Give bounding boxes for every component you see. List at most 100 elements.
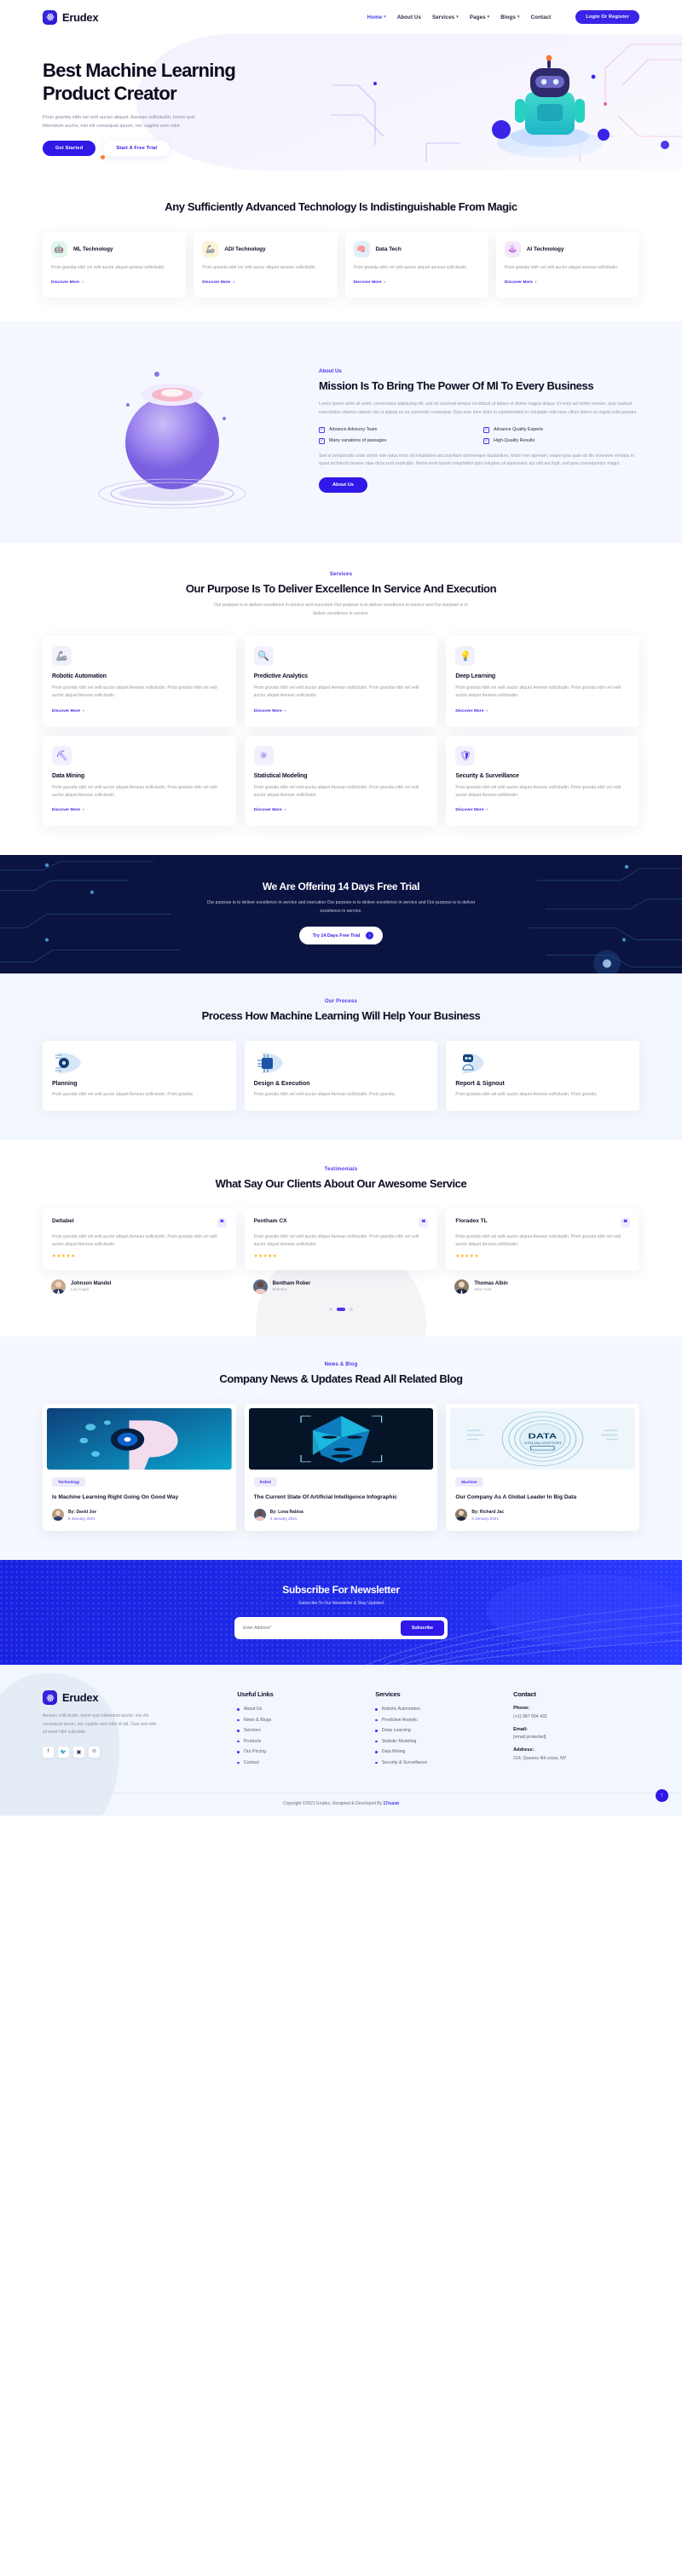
instagram-icon[interactable]: ▣ — [73, 1746, 84, 1758]
footer-link[interactable]: Robotic Automation — [375, 1707, 501, 1712]
nav-item-blogs[interactable]: Blogs ▾ — [500, 14, 519, 20]
phone-value[interactable]: (+1) 987 654 432 — [513, 1714, 639, 1719]
blog-thumbnail: DATA VISUALIZATION — [450, 1407, 635, 1470]
blog-card[interactable]: DATA VISUALIZATION Machine Our Company As… — [446, 1403, 639, 1532]
discover-more-link[interactable]: Discover More › — [52, 808, 84, 812]
blog-post-title: The Current State Of Artificial Intellig… — [253, 1493, 397, 1500]
rating-stars: ★★★★★ — [253, 1254, 278, 1260]
check-icon: ✓ — [483, 437, 489, 444]
avatar — [51, 1279, 66, 1295]
service-title: Deep Learning — [455, 673, 495, 680]
email-value[interactable]: [email protected] — [513, 1735, 639, 1740]
eye-circuit-icon — [52, 1051, 227, 1075]
newsletter-form: Subscribe — [234, 1617, 448, 1640]
brain-icon: 🧠 — [353, 240, 370, 257]
footer-link[interactable]: Our Pricing — [237, 1749, 363, 1754]
start-free-trial-button[interactable]: Start A Free Trial — [103, 141, 170, 157]
get-started-button[interactable]: Get Started — [43, 141, 96, 157]
service-card[interactable]: 🔍 Predictive Analytics Proin gravida nibh … — [244, 636, 438, 727]
tech-card[interactable]: 🦾 ADI Technology Proin gravida nibh vel v… — [194, 231, 338, 297]
service-card[interactable]: 🦾 Robotic Automation Proin gravida nibh ve… — [43, 636, 236, 727]
tech-card-text: Proin gravida nibh vel velit auctor aliq… — [202, 264, 316, 270]
footer-link[interactable]: Data Mining — [375, 1749, 501, 1754]
testimonial-cards: Deltabel ❝ Proin gravida nibh vel velit au… — [43, 1208, 639, 1271]
blog-tag: Machine — [455, 1476, 483, 1487]
blog-card[interactable]: Technology Is Machine Learning Right Goi… — [43, 1403, 236, 1532]
service-card[interactable]: ⛏ Data Mining Proin gravida nibh vel velit… — [43, 735, 236, 827]
footer-logo[interactable]: Erudex — [43, 1690, 225, 1706]
network-nodes-icon: ⚛ — [253, 745, 274, 765]
testimonial-author: Bentham Rober Bremen — [245, 1279, 438, 1295]
process-card[interactable]: Planning Proin gravida nibh vel velit au… — [43, 1040, 236, 1112]
discover-more-link[interactable]: Discover More › — [202, 280, 234, 285]
about-us-button[interactable]: About Us — [319, 477, 367, 494]
nav-item-about[interactable]: About Us — [397, 14, 421, 20]
testimonial-company: Floradex TL — [455, 1217, 488, 1224]
footer-link[interactable]: Predictive Analytic — [375, 1718, 501, 1723]
footer-link[interactable]: Deep Learning — [375, 1728, 501, 1733]
tech-card[interactable]: 🧠 Data Tech Proin gravida nibh vel velit … — [344, 231, 488, 297]
carousel-dot-active[interactable] — [337, 1308, 345, 1312]
process-card-text: Proin gravida nibh vel velit auctor aliq… — [52, 1091, 194, 1097]
footer-link[interactable]: Statistic Modeling — [375, 1739, 501, 1744]
footer-link[interactable]: Products — [237, 1739, 363, 1744]
chevron-right-icon: › — [486, 808, 488, 813]
discover-more-link[interactable]: Discover More › — [51, 280, 84, 285]
service-card[interactable]: 🛡 Security & Surveillance Proin gravida ni… — [446, 735, 639, 827]
process-card[interactable]: Design & Execution Proin gravida nibh ve… — [244, 1040, 438, 1112]
carousel-dot[interactable] — [350, 1308, 353, 1312]
discover-more-link[interactable]: Discover More › — [52, 709, 84, 713]
hero-description: Proin gravida nibh vel velit auctor aliq… — [43, 114, 195, 129]
service-card[interactable]: 💡 Deep Learning Proin gravida nibh vel vel… — [446, 636, 639, 727]
tech-card[interactable]: 🤖 ML Technology Proin gravida nibh vel ve… — [43, 231, 187, 297]
blog-title: Company News & Updates Read All Related … — [219, 1372, 463, 1386]
discover-more-link[interactable]: Discover More › — [455, 808, 488, 812]
testimonial-text: Proin gravida nibh vel velit auctor aliq… — [52, 1233, 217, 1247]
blog-author: By: David Joe — [68, 1510, 97, 1516]
footer-contact-column: Contact Phone: (+1) 987 654 432 Email: [… — [513, 1690, 639, 1770]
footer-link[interactable]: Services — [237, 1728, 363, 1733]
brand-logo[interactable]: Erudex — [43, 9, 99, 25]
testimonial-text: Proin gravida nibh vel velit auctor aliq… — [455, 1233, 621, 1247]
try-free-trial-button[interactable]: Try 14 Days Free Trial › — [298, 927, 384, 945]
subscribe-button[interactable]: Subscribe — [400, 1620, 444, 1637]
email-input[interactable] — [243, 1626, 401, 1632]
carousel-dots — [43, 1308, 639, 1312]
discover-more-link[interactable]: Discover More › — [254, 808, 286, 812]
service-title: Robotic Automation — [52, 673, 107, 680]
discover-more-link[interactable]: Discover More › — [505, 280, 537, 285]
footer-link[interactable]: About Us — [237, 1707, 363, 1712]
footer-link[interactable]: Contact — [237, 1760, 363, 1765]
nav-item-services[interactable]: Services ▾ — [432, 14, 459, 20]
discover-more-link[interactable]: Discover More › — [254, 709, 286, 713]
service-card[interactable]: ⚛ Statistical Modeling Proin gravida nibh … — [244, 735, 438, 827]
carousel-dot[interactable] — [329, 1308, 332, 1312]
facebook-icon[interactable]: f — [43, 1746, 54, 1758]
footer-link[interactable]: News & Blogs — [237, 1718, 363, 1723]
site-footer: Erudex Aenean sollicitudin, lorem quis b… — [0, 1665, 682, 1816]
nav-item-home[interactable]: Home ▾ — [367, 14, 386, 20]
technology-section: Any Sufficiently Advanced Technology Is … — [0, 170, 682, 321]
discover-more-link[interactable]: Discover More › — [455, 709, 488, 713]
blog-date: 4 January 2021 — [269, 1516, 298, 1521]
nav-item-contact[interactable]: Contact — [531, 14, 552, 20]
twitter-icon[interactable]: 🐦 — [58, 1746, 69, 1758]
testimonial-author: Thomas Albin New York — [446, 1279, 639, 1295]
footer-heading: Services — [375, 1690, 401, 1699]
chevron-down-icon: ▾ — [456, 14, 459, 20]
bullet-icon — [237, 1730, 240, 1732]
process-cards: Planning Proin gravida nibh vel velit au… — [43, 1040, 639, 1112]
tech-card[interactable]: 🕹 AI Technology Proin gravida nibh vel ve… — [495, 231, 639, 297]
footer-link[interactable]: Security & Surveillance — [375, 1760, 501, 1765]
discover-more-link[interactable]: Discover More › — [354, 280, 386, 285]
pinterest-icon[interactable]: ℗ — [89, 1746, 100, 1758]
nav-item-pages[interactable]: Pages ▾ — [470, 14, 489, 20]
process-card[interactable]: Report & Signout Proin gravida nibh vel … — [446, 1040, 639, 1112]
bullet-icon — [375, 1740, 378, 1743]
testimonial-card: Deltabel ❝ Proin gravida nibh vel velit au… — [43, 1208, 236, 1271]
login-register-button[interactable]: Login Or Register — [575, 10, 639, 24]
landing-page: Erudex Home ▾ About Us Services ▾ Pages ▾ B… — [0, 0, 682, 1816]
service-text: Proin gravida nibh vel velit auctor aliq… — [52, 685, 217, 699]
credit-link[interactable]: 17sucai — [384, 1801, 399, 1806]
blog-card[interactable]: Robot The Current State Of Artificial In… — [244, 1403, 438, 1532]
